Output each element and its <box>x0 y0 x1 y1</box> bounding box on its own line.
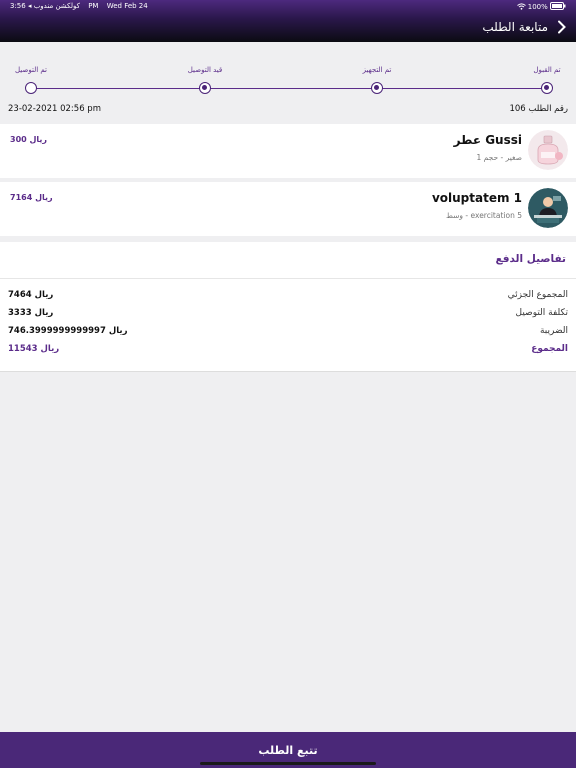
order-item: عطر Gussi صغير - حجم 1 300 ريال <box>0 124 576 178</box>
payment-details: تفاصيل الدفع المجموع الجزئي 7464 ريال تك… <box>0 242 576 372</box>
payment-row-tax: الضريبة 746.3999999999997 ريال <box>0 326 576 340</box>
order-item: voluptatem 1 وسط - exercitation 5 7164 ر… <box>0 182 576 236</box>
status-left: كولكشن مندوب ◂ 3:56 PM Wed Feb 24 <box>10 2 154 10</box>
payment-value: 11543 ريال <box>8 344 60 354</box>
payment-value: 746.3999999999997 ريال <box>8 326 128 336</box>
payment-value: 7464 ريال <box>8 290 54 300</box>
payment-label: المجموع <box>531 344 568 354</box>
payment-title: تفاصيل الدفع <box>495 253 566 265</box>
payment-label: الضريبة <box>539 326 568 336</box>
step-label-accepted: تم القبول <box>533 66 561 74</box>
step-dot-prepared <box>371 82 383 94</box>
step-label-delivered: تم التوصيل <box>15 66 47 74</box>
item-variant: وسط - exercitation 5 <box>446 211 522 220</box>
step-dot-accepted <box>541 82 553 94</box>
item-thumbnail <box>528 130 568 170</box>
item-price: 300 ريال <box>10 135 48 144</box>
status-right: 100% <box>516 2 566 11</box>
divider <box>0 278 576 279</box>
carrier-label: كولكشن مندوب ◂ <box>27 2 80 10</box>
payment-label: المجموع الجزئي <box>507 290 568 300</box>
perfume-bottle-icon <box>528 130 568 170</box>
item-name: عطر Gussi <box>453 133 522 147</box>
status-bar: كولكشن مندوب ◂ 3:56 PM Wed Feb 24 100% <box>0 2 576 14</box>
page-title: متابعة الطلب <box>482 20 548 34</box>
step-dot-delivered <box>25 82 37 94</box>
step-label-in-delivery: قيد التوصيل <box>187 66 223 74</box>
chevron-right-icon <box>557 20 566 34</box>
home-indicator <box>200 762 376 765</box>
battery-icon <box>550 2 566 10</box>
status-date: Wed Feb 24 <box>106 2 148 10</box>
item-variant: صغير - حجم 1 <box>476 153 523 162</box>
back-button[interactable] <box>554 19 568 35</box>
item-thumbnail <box>528 188 568 228</box>
battery-percent: 100% <box>527 3 548 11</box>
payment-row-delivery: تكلفة التوصيل 3333 ريال <box>0 308 576 322</box>
payment-row-subtotal: المجموع الجزئي 7464 ريال <box>0 290 576 304</box>
stepper-line <box>31 88 547 89</box>
app-header: كولكشن مندوب ◂ 3:56 PM Wed Feb 24 100% م… <box>0 0 576 42</box>
payment-row-total: المجموع 11543 ريال <box>0 344 576 358</box>
step-dot-in-delivery <box>199 82 211 94</box>
step-label-prepared: تم التجهيز <box>362 66 392 74</box>
payment-label: تكلفة التوصيل <box>515 308 568 318</box>
item-price: 7164 ريال <box>10 193 53 202</box>
person-at-desk-icon <box>528 188 568 228</box>
wifi-icon <box>516 3 526 10</box>
order-date: 23-02-2021 02:56 pm <box>8 104 101 114</box>
item-name: voluptatem 1 <box>431 191 522 205</box>
payment-value: 3333 ريال <box>8 308 54 318</box>
order-number: رقم الطلب 106 <box>509 104 568 114</box>
